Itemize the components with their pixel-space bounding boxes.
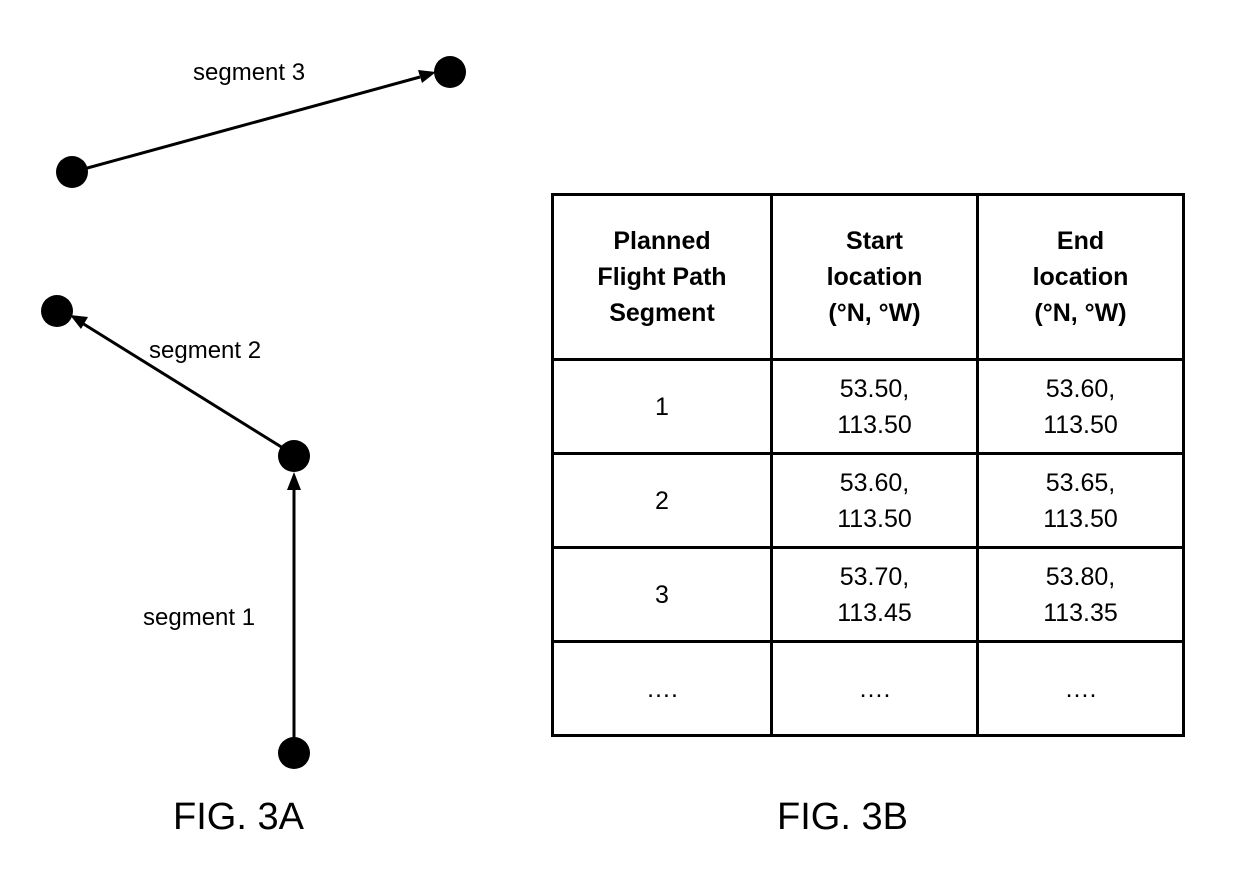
header-segment: Planned Flight Path Segment — [551, 193, 773, 361]
cell-segment: 3 — [551, 546, 773, 643]
segment-3-label: segment 3 — [193, 59, 305, 86]
cell-start: 53.50, 113.50 — [770, 358, 979, 455]
cell-text: 53.50, — [839, 374, 910, 403]
cell-text: 53.80, — [1045, 562, 1116, 591]
cell-start: 53.60, 113.50 — [770, 452, 979, 549]
table-row-ellipsis: …. …. …. — [551, 640, 1185, 737]
header-start-location: Start location (°N, °W) — [770, 193, 979, 361]
cell-start: …. — [770, 640, 979, 737]
cell-start: 53.70, 113.45 — [770, 546, 979, 643]
cell-text: 113.45 — [837, 598, 912, 627]
waypoint-p2 — [41, 295, 73, 327]
cell-end: 53.60, 113.50 — [976, 358, 1185, 455]
flight-path-table: Planned Flight Path Segment Start locati… — [551, 193, 1185, 737]
header-text: location — [1032, 263, 1129, 291]
cell-text: 113.50 — [837, 410, 912, 439]
cell-text: 53.70, — [839, 562, 910, 591]
segment-3-line — [79, 75, 421, 172]
table-row: 1 53.50, 113.50 53.60, 113.50 — [551, 358, 1185, 455]
figure-3a-caption: FIG. 3A — [173, 796, 304, 838]
cell-end: …. — [976, 640, 1185, 737]
cell-segment: …. — [551, 640, 773, 737]
waypoint-p1 — [278, 440, 310, 472]
header-text: Start — [846, 227, 903, 255]
waypoint-p0 — [278, 737, 310, 769]
cell-end: 53.65, 113.50 — [976, 452, 1185, 549]
cell-text: 113.35 — [1043, 598, 1118, 627]
flight-path-diagram: segment 3 segment 2 segment 1 — [41, 56, 466, 769]
cell-text: 113.50 — [1043, 410, 1118, 439]
cell-segment: 1 — [551, 358, 773, 455]
waypoint-p3 — [56, 156, 88, 188]
cell-segment: 2 — [551, 452, 773, 549]
segment-1-label: segment 1 — [143, 604, 255, 631]
segment-2-label: segment 2 — [149, 337, 261, 364]
cell-end: 53.80, 113.35 — [976, 546, 1185, 643]
cell-text: 53.60, — [1045, 374, 1116, 403]
header-text: (°N, °W) — [828, 299, 921, 327]
cell-text: 53.65, — [1045, 468, 1116, 497]
waypoint-p4 — [434, 56, 466, 88]
header-text: location — [826, 263, 923, 291]
segment-1-arrowhead — [287, 472, 301, 490]
header-text: (°N, °W) — [1034, 299, 1127, 327]
segment-3-arrowhead — [418, 70, 436, 83]
header-text: Planned — [613, 227, 711, 255]
header-end-location: End location (°N, °W) — [976, 193, 1185, 361]
table-row: 2 53.60, 113.50 53.65, 113.50 — [551, 452, 1185, 549]
segment-2-arrowhead — [70, 315, 88, 329]
cell-text: 53.60, — [839, 468, 910, 497]
cell-text: 113.50 — [1043, 504, 1118, 533]
header-text: Flight Path — [597, 263, 727, 291]
header-text: Segment — [609, 299, 715, 327]
cell-text: 113.50 — [837, 504, 912, 533]
table-row: 3 53.70, 113.45 53.80, 113.35 — [551, 546, 1185, 643]
figure-3b-caption: FIG. 3B — [777, 796, 908, 838]
table-header-row: Planned Flight Path Segment Start locati… — [551, 193, 1185, 361]
header-text: End — [1056, 227, 1105, 255]
